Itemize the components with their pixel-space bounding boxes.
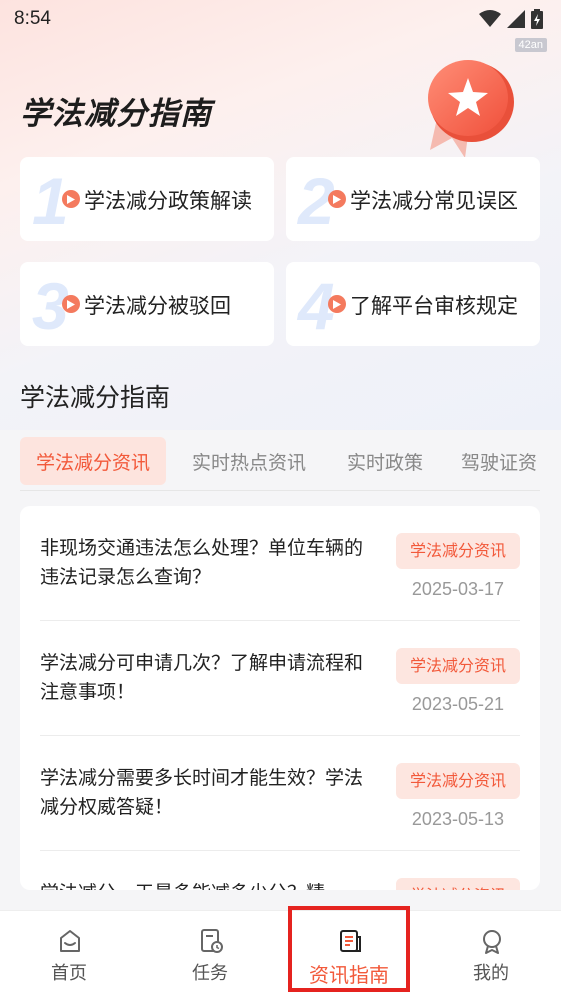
tab-license-news[interactable]: 驾驶证资 bbox=[461, 437, 537, 485]
tab-hot-news[interactable]: 实时热点资讯 bbox=[192, 437, 306, 485]
signal-icon bbox=[507, 10, 525, 28]
status-bar: 8:54 bbox=[0, 0, 561, 38]
hero-title: 学法减分指南 bbox=[20, 96, 212, 132]
list-item[interactable]: 非现场交通违法怎么处理？单位车辆的违法记录怎么查询？ 学法减分资讯 2025-0… bbox=[40, 506, 520, 621]
bottom-nav: 首页 任务 资讯指南 我的 bbox=[0, 910, 561, 999]
card-label: 学法减分常见误区 bbox=[350, 189, 518, 213]
article-list: 非现场交通违法怎么处理？单位车辆的违法记录怎么查询？ 学法减分资讯 2025-0… bbox=[20, 506, 540, 890]
guide-card-4[interactable]: 4 了解平台审核规定 bbox=[286, 262, 540, 346]
status-time: 8:54 bbox=[14, 8, 51, 29]
nav-task[interactable]: 任务 bbox=[155, 911, 265, 999]
article-tag: 学法减分资讯 bbox=[395, 533, 520, 569]
guide-card-2[interactable]: 2 学法减分常见误区 bbox=[286, 157, 540, 241]
nav-label: 首页 bbox=[51, 963, 87, 984]
status-icons bbox=[479, 9, 543, 29]
article-date: 2025-03-17 bbox=[411, 579, 504, 599]
category-tabs: 学法减分资讯 实时热点资讯 实时政策 驾驶证资 bbox=[20, 437, 540, 491]
nav-profile[interactable]: 我的 bbox=[436, 911, 546, 999]
home-icon bbox=[60, 930, 80, 952]
card-label: 学法减分政策解读 bbox=[84, 189, 252, 213]
article-tag: 学法减分资讯 bbox=[395, 763, 520, 799]
nav-label: 任务 bbox=[192, 963, 228, 984]
task-icon bbox=[201, 929, 223, 953]
play-icon bbox=[328, 190, 346, 208]
play-icon bbox=[62, 295, 80, 313]
list-item[interactable]: 学法减分需要多长时间才能生效？学法减分权威答疑！ 学法减分资讯 2023-05-… bbox=[40, 736, 520, 851]
article-title: 学法减分可申请几次？了解申请流程和注意事项！ bbox=[40, 652, 364, 703]
guide-card-3[interactable]: 3 学法减分被驳回 bbox=[20, 262, 274, 346]
article-date: 2023-05-13 bbox=[411, 809, 504, 829]
nav-home[interactable]: 首页 bbox=[14, 911, 124, 999]
guide-card-1[interactable]: 1 学法减分政策解读 bbox=[20, 157, 274, 241]
tab-xuefa-news[interactable]: 学法减分资讯 bbox=[20, 437, 167, 485]
profile-icon bbox=[483, 930, 501, 954]
article-tag: 学法减分资讯 bbox=[395, 648, 520, 684]
article-tag: 学法减分资讯 bbox=[395, 878, 520, 890]
wifi-icon bbox=[479, 10, 501, 27]
award-badge-icon bbox=[428, 60, 514, 158]
battery-charging-icon bbox=[531, 9, 543, 29]
section-title: 学法减分指南 bbox=[20, 383, 171, 412]
card-label: 了解平台审核规定 bbox=[350, 294, 518, 318]
play-icon bbox=[62, 190, 80, 208]
article-title: 学法减分需要多长时间才能生效？学法减分权威答疑！ bbox=[40, 767, 364, 818]
article-title: 非现场交通违法怎么处理？单位车辆的违法记录怎么查询？ bbox=[40, 537, 364, 588]
highlight-box bbox=[288, 906, 410, 992]
nav-label: 我的 bbox=[473, 963, 509, 984]
list-item[interactable]: 学法减分一天最多能减多少分？精 学法减分资讯 bbox=[40, 851, 520, 890]
play-icon bbox=[328, 295, 346, 313]
list-item[interactable]: 学法减分可申请几次？了解申请流程和注意事项！ 学法减分资讯 2023-05-21 bbox=[40, 621, 520, 736]
card-label: 学法减分被驳回 bbox=[84, 294, 231, 318]
tab-policy[interactable]: 实时政策 bbox=[347, 437, 423, 485]
article-title: 学法减分一天最多能减多少分？精 bbox=[40, 879, 380, 890]
article-date: 2023-05-21 bbox=[411, 694, 504, 714]
